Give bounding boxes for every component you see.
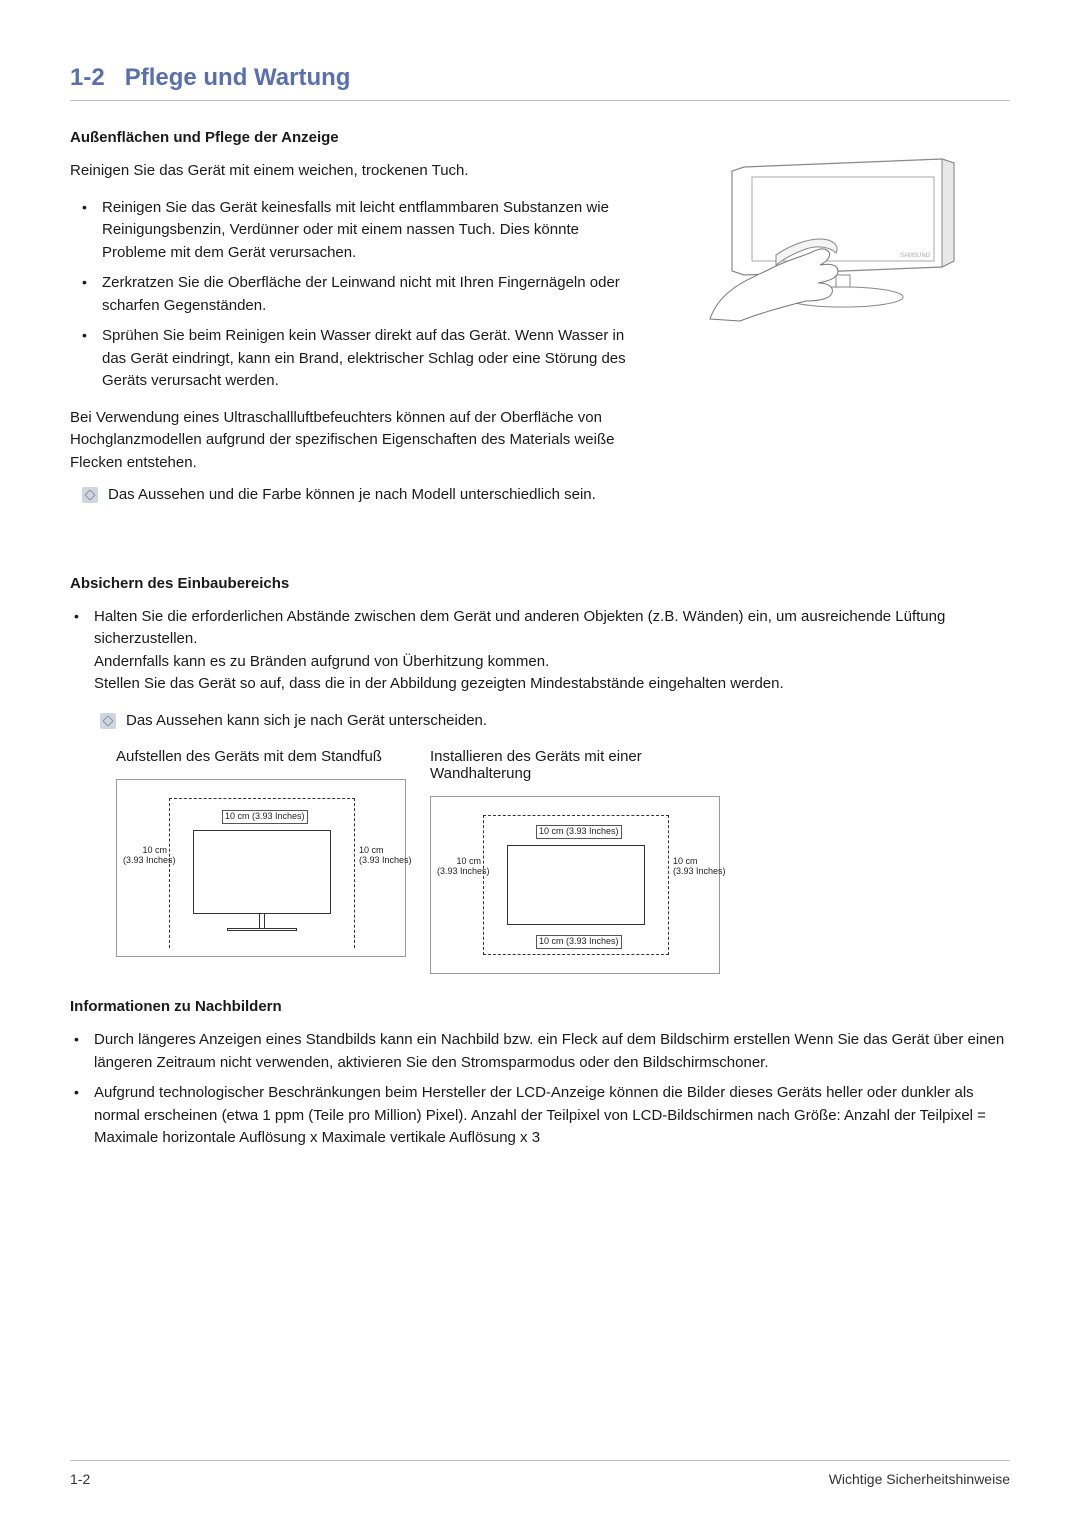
subheading-afterimage: Informationen zu Nachbildern — [70, 998, 1010, 1015]
section-header: 1-2 Pflege und Wartung — [70, 64, 1010, 101]
note: Das Aussehen und die Farbe können je nac… — [70, 484, 630, 507]
diagram-caption-wall: Installieren des Geräts mit einer Wandha… — [430, 748, 720, 782]
dim-label-bottom: 10 cm (3.93 Inches) — [536, 935, 622, 949]
intro-text: Reinigen Sie das Gerät mit einem weichen… — [70, 160, 630, 183]
dim-label-left: 10 cm(3.93 Inches) — [123, 846, 167, 866]
svg-text:SAMSUNG: SAMSUNG — [900, 253, 931, 259]
diagram-stand: 10 cm (3.93 Inches) 10 cm(3.93 Inches) 1… — [116, 779, 406, 957]
list-item-text: Andernfalls kann es zu Bränden aufgrund … — [94, 653, 549, 670]
paragraph: Bei Verwendung eines Ultraschallluftbefe… — [70, 407, 630, 475]
dim-label-top: 10 cm (3.93 Inches) — [536, 825, 622, 839]
bullet-list: Durch längeres Anzeigen eines Standbilds… — [70, 1029, 1010, 1150]
section-title: Pflege und Wartung — [125, 64, 351, 92]
note: Das Aussehen kann sich je nach Gerät unt… — [70, 710, 1010, 733]
list-item-text: Stellen Sie das Gerät so auf, dass die i… — [94, 675, 784, 692]
dim-label-right: 10 cm(3.93 Inches) — [673, 857, 723, 877]
dim-label-right: 10 cm(3.93 Inches) — [359, 846, 409, 866]
section-number: 1-2 — [70, 64, 105, 92]
list-item: Sprühen Sie beim Reinigen kein Wasser di… — [98, 325, 630, 393]
note-icon — [82, 487, 98, 503]
clearance-diagrams: Aufstellen des Geräts mit dem Standfuß 1… — [116, 748, 1010, 974]
list-item-text: Halten Sie die erforderlichen Abstände z… — [94, 608, 945, 648]
monitor-cleaning-illustration: SAMSUNG — [690, 149, 990, 329]
bullet-list: Halten Sie die erforderlichen Abstände z… — [70, 606, 1010, 696]
subheading-clearance: Absichern des Einbaubereichs — [70, 575, 1010, 592]
diagram-wallmount: 10 cm (3.93 Inches) 10 cm (3.93 Inches) … — [430, 796, 720, 974]
note-text: Das Aussehen und die Farbe können je nac… — [108, 484, 596, 507]
list-item: Durch längeres Anzeigen eines Standbilds… — [90, 1029, 1010, 1074]
subheading-surfaces: Außenflächen und Pflege der Anzeige — [70, 129, 630, 146]
diagram-caption-stand: Aufstellen des Geräts mit dem Standfuß — [116, 748, 406, 765]
note-icon — [100, 713, 116, 729]
list-item: Aufgrund technologischer Beschränkungen … — [90, 1082, 1010, 1150]
list-item: Zerkratzen Sie die Oberfläche der Leinwa… — [98, 272, 630, 317]
footer-right: Wichtige Sicherheitshinweise — [829, 1471, 1010, 1487]
note-text: Das Aussehen kann sich je nach Gerät unt… — [126, 710, 487, 733]
page-footer: 1-2 Wichtige Sicherheitshinweise — [70, 1460, 1010, 1487]
list-item: Halten Sie die erforderlichen Abstände z… — [90, 606, 1010, 696]
dim-label-left: 10 cm(3.93 Inches) — [437, 857, 481, 877]
list-item: Reinigen Sie das Gerät keinesfalls mit l… — [98, 197, 630, 265]
footer-left: 1-2 — [70, 1471, 90, 1487]
bullet-list: Reinigen Sie das Gerät keinesfalls mit l… — [70, 197, 630, 393]
dim-label-top: 10 cm (3.93 Inches) — [222, 810, 308, 824]
